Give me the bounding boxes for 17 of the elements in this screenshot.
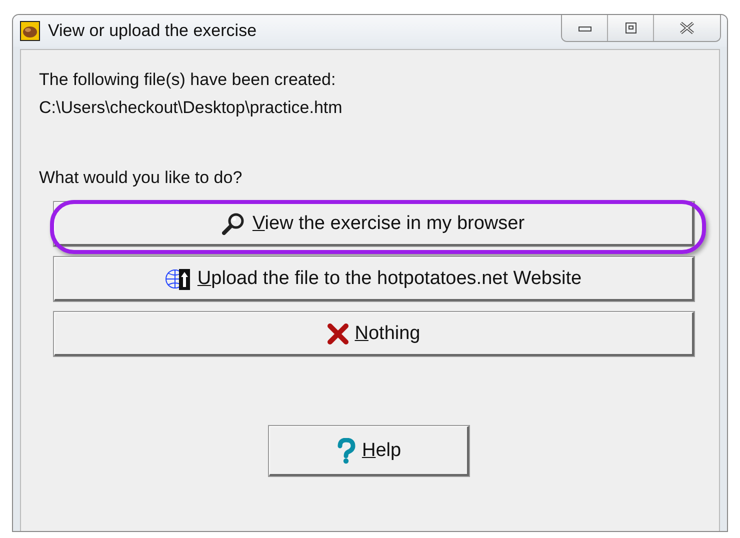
maximize-icon [622, 21, 638, 35]
web-upload-icon [165, 266, 192, 290]
message-text: The following file(s) have been created: [39, 70, 337, 90]
close-icon [678, 21, 696, 35]
question-text: What would you like to do? [39, 168, 244, 188]
message-text: C:\Users\checkout\Desktop\practice.htm [39, 98, 344, 118]
maximize-button[interactable] [608, 15, 654, 41]
app-icon [20, 21, 40, 41]
minimize-button[interactable] [562, 15, 608, 41]
question-mark-icon [336, 438, 356, 464]
magnifier-icon [222, 212, 246, 234]
window-title: View or upload the exercise [48, 21, 257, 41]
action-button[interactable]: Nothing [54, 312, 694, 356]
action-button[interactable]: Upload the file to the hotpotatoes.net Website [54, 257, 694, 301]
action-button[interactable]: View the exercise in my browser [54, 202, 694, 246]
cross-icon [326, 322, 349, 344]
help-button[interactable]: Help [269, 426, 469, 476]
